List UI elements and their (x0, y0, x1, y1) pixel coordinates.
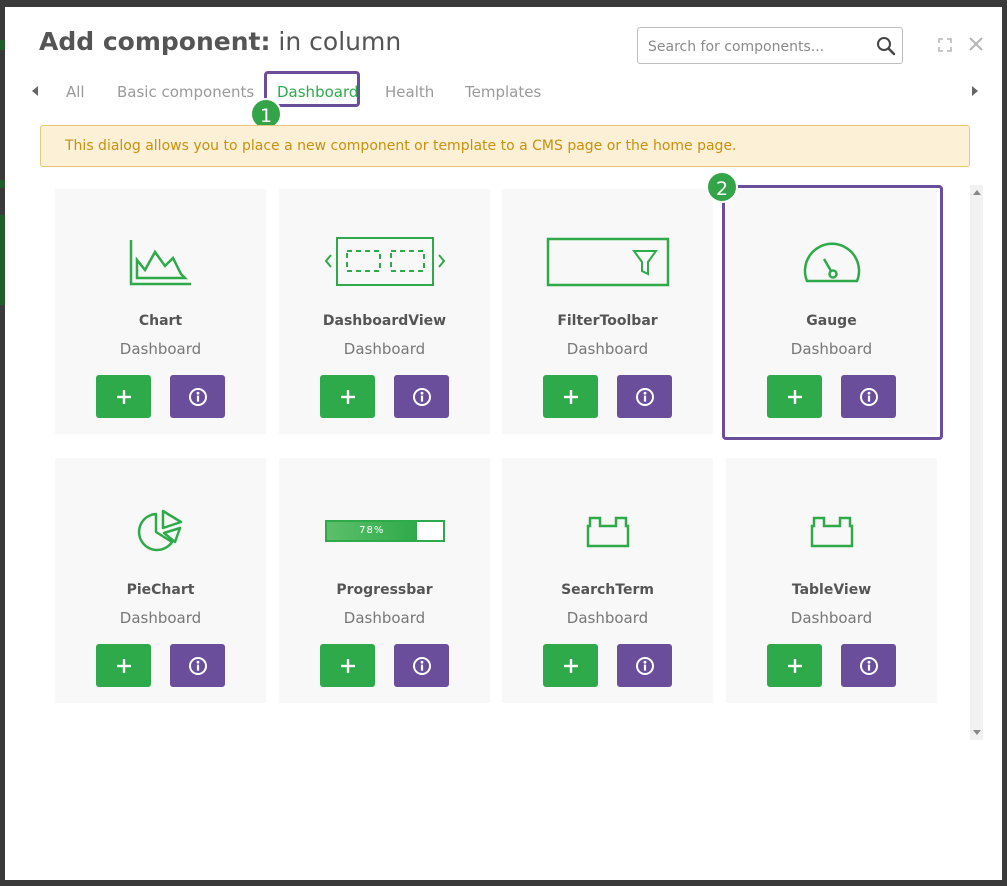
block-icon (502, 498, 713, 564)
component-name: PieChart (126, 582, 195, 598)
component-card-searchterm: SearchTerm Dashboard (502, 458, 713, 703)
component-card-piechart: PieChart Dashboard (55, 458, 266, 703)
scroll-down-icon[interactable] (973, 730, 981, 735)
tab-scroll-left-icon[interactable] (32, 86, 38, 96)
component-category: Dashboard (343, 340, 426, 358)
component-name: DashboardView (322, 313, 447, 329)
component-name: Progressbar (336, 582, 433, 598)
add-button[interactable] (320, 644, 375, 687)
scroll-up-icon[interactable] (973, 190, 981, 195)
info-button[interactable] (617, 644, 672, 687)
component-name: TableView (791, 582, 872, 598)
area-chart-icon (55, 229, 266, 295)
component-card-progressbar: 78% Progressbar Dashboard (279, 458, 490, 703)
component-name: FilterToolbar (557, 313, 658, 329)
dialog-title: Add component: in column (39, 27, 402, 56)
tab-health[interactable]: Health (385, 83, 434, 101)
block-icon (726, 498, 937, 564)
progress-label: 78% (359, 525, 385, 536)
component-category: Dashboard (343, 609, 426, 627)
tab-scroll-right-icon[interactable] (972, 86, 978, 96)
component-card-chart: Chart Dashboard (55, 189, 266, 434)
pie-chart-icon (55, 498, 266, 564)
add-button[interactable] (96, 644, 151, 687)
info-button[interactable] (394, 644, 449, 687)
component-category: Dashboard (566, 340, 649, 358)
component-category: Dashboard (790, 609, 873, 627)
search-box (637, 27, 903, 65)
add-button[interactable] (96, 375, 151, 418)
info-button[interactable] (170, 644, 225, 687)
tab-all[interactable]: All (66, 83, 85, 101)
add-button[interactable] (767, 644, 822, 687)
search-icon[interactable] (876, 36, 896, 60)
close-icon[interactable] (968, 36, 984, 56)
info-button[interactable] (394, 375, 449, 418)
add-button[interactable] (543, 644, 598, 687)
tab-templates[interactable]: Templates (465, 83, 541, 101)
tab-bar: All Basic components Dashboard Health Te… (5, 71, 1002, 109)
scrollbar[interactable] (970, 185, 983, 740)
card-highlight-box (722, 185, 943, 440)
info-button[interactable] (841, 644, 896, 687)
component-category: Dashboard (119, 609, 202, 627)
add-button[interactable] (543, 375, 598, 418)
info-button[interactable] (170, 375, 225, 418)
component-category: Dashboard (119, 340, 202, 358)
tab-highlight-box (264, 71, 360, 107)
component-category: Dashboard (566, 609, 649, 627)
info-button[interactable] (617, 375, 672, 418)
tab-basic-components[interactable]: Basic components (117, 83, 254, 101)
add-button[interactable] (320, 375, 375, 418)
maximize-icon[interactable] (938, 37, 952, 56)
step-badge-2: 2 (706, 171, 738, 203)
progressbar-icon: 78% (279, 498, 490, 564)
dashboard-view-icon (279, 229, 490, 295)
component-name: Chart (138, 313, 183, 329)
component-card-tableview: TableView Dashboard (726, 458, 937, 703)
filter-toolbar-icon (502, 229, 713, 295)
search-input[interactable] (646, 28, 870, 65)
component-card-filtertoolbar: FilterToolbar Dashboard (502, 189, 713, 434)
info-banner: This dialog allows you to place a new co… (40, 125, 970, 167)
component-name: SearchTerm (561, 582, 654, 598)
component-card-dashboardview: DashboardView Dashboard (279, 189, 490, 434)
add-component-dialog: Add component: in column All Basic compo… (5, 7, 1002, 880)
